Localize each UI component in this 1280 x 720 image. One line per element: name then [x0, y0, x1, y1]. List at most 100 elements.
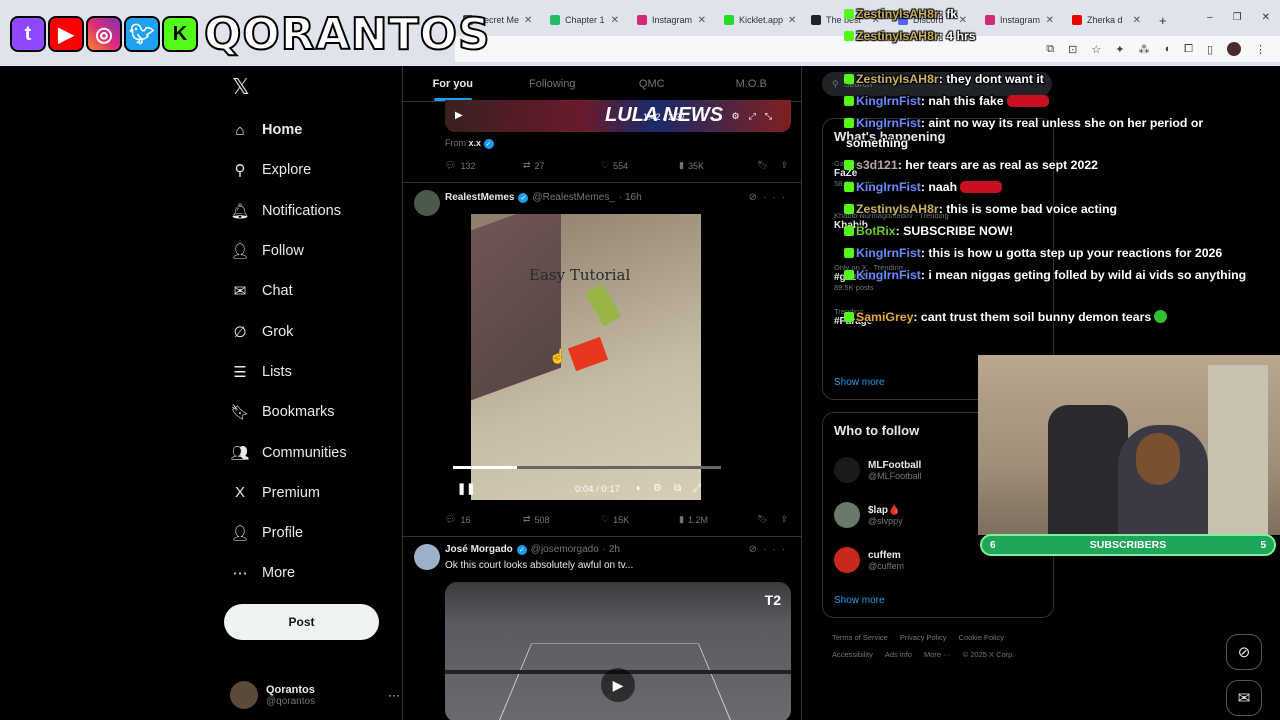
video-controls-icon[interactable]: ◖⚙⤢⤡: [717, 111, 781, 122]
extension-icon[interactable]: ✦: [1115, 43, 1124, 56]
close-tab-icon[interactable]: ✕: [698, 15, 706, 26]
play-icon[interactable]: ▶: [601, 668, 635, 702]
sidebar-item-more[interactable]: ⋯ More: [220, 553, 402, 593]
sidebar-item-profile[interactable]: 👤︎ Profile: [220, 513, 402, 553]
chat-username[interactable]: ZestinyIsAH8r: [856, 7, 939, 21]
x-logo-icon[interactable]: 𝕏: [232, 74, 250, 100]
author-handle[interactable]: @josemorgado: [531, 544, 599, 555]
browser-tab[interactable]: Kicklet.app ✕: [716, 8, 801, 32]
close-window-button[interactable]: ✕: [1262, 12, 1270, 23]
chat-username[interactable]: KingIrnFist: [856, 116, 921, 130]
chat-username[interactable]: BotRix: [856, 224, 896, 238]
account-switcher[interactable]: Qorantos @qorantos ···: [230, 678, 400, 712]
repost-button[interactable]: ⇄ 27: [523, 160, 601, 171]
avatar[interactable]: [834, 457, 860, 483]
chat-username[interactable]: KingIrnFist: [856, 94, 921, 108]
avatar[interactable]: [414, 544, 440, 570]
close-tab-icon[interactable]: ✕: [959, 15, 967, 26]
suggestion-name[interactable]: $lap🩸: [868, 505, 903, 516]
sidebar-item-home[interactable]: ⌂ Home: [220, 110, 402, 150]
avatar[interactable]: [414, 190, 440, 216]
sidebar-item-grok[interactable]: ∅ Grok: [220, 311, 402, 351]
sidebar-item-lists[interactable]: ☰ Lists: [220, 352, 402, 392]
audio-icon[interactable]: ◖: [1163, 43, 1170, 55]
footer-link[interactable]: More ···: [924, 650, 951, 659]
grok-icon[interactable]: ⊘: [749, 544, 763, 555]
chat-username[interactable]: KingIrnFist: [856, 246, 921, 260]
post-video[interactable]: Easy Tutorial: [471, 214, 701, 500]
chat-username[interactable]: KingIrnFist: [856, 180, 921, 194]
reply-button[interactable]: 💬︎ 132: [445, 160, 523, 171]
close-tab-icon[interactable]: ✕: [524, 15, 532, 26]
avatar[interactable]: [834, 547, 860, 573]
sidebar-item-notifications[interactable]: 🔔︎ Notifications: [220, 191, 402, 231]
follow-suggestion[interactable]: $lap🩸 @slvppy: [834, 502, 903, 528]
tab-following[interactable]: Following: [503, 66, 603, 101]
sidebar-item-communities[interactable]: 👥︎ Communities: [220, 432, 402, 472]
sidebar-item-chat[interactable]: ✉ Chat: [220, 271, 402, 311]
post-time[interactable]: · 2h: [603, 544, 620, 555]
avatar[interactable]: [834, 502, 860, 528]
author-handle[interactable]: @RealestMemes_: [532, 192, 614, 203]
like-button[interactable]: ♡ 554: [601, 160, 679, 171]
bookmark-star-icon[interactable]: ☆: [1091, 43, 1101, 56]
tab-qmc[interactable]: QMC: [602, 66, 702, 101]
install-icon[interactable]: ⊡: [1068, 43, 1077, 56]
share-icon[interactable]: ⧉: [1046, 43, 1054, 56]
new-tab-button[interactable]: +: [1151, 13, 1175, 28]
video-progress-bar[interactable]: [453, 466, 721, 469]
browser-tab[interactable]: Zherka d ✕: [1064, 8, 1149, 32]
tab-for-you[interactable]: For you: [403, 66, 503, 101]
browser-tab[interactable]: Instagram ✕: [977, 8, 1062, 32]
suggestion-name[interactable]: cuffem: [868, 550, 904, 561]
sidebar-item-explore[interactable]: ⚲ Explore: [220, 150, 402, 190]
post-video[interactable]: T2 ▶: [445, 582, 791, 720]
minimize-button[interactable]: –: [1207, 12, 1213, 23]
footer-link[interactable]: Terms of Service: [832, 633, 888, 642]
chat-username[interactable]: ZestinyIsAH8r: [856, 72, 939, 86]
grok-icon[interactable]: ⊘: [749, 192, 763, 203]
more-icon[interactable]: ···: [763, 192, 791, 203]
post-button[interactable]: Post: [224, 604, 379, 640]
show-more-link[interactable]: Show more: [834, 377, 885, 388]
chat-username[interactable]: s3d121: [856, 158, 898, 172]
footer-link[interactable]: Privacy Policy: [900, 633, 947, 642]
profile-avatar[interactable]: [1227, 42, 1241, 56]
sidebar-icon[interactable]: ▯: [1207, 43, 1213, 56]
sidebar-item-premium[interactable]: X Premium: [220, 473, 402, 513]
browser-tab[interactable]: Chapter 1 ✕: [542, 8, 627, 32]
tab-mob[interactable]: M.O.B: [702, 66, 802, 101]
extensions-puzzle-icon[interactable]: ⧠: [1184, 43, 1193, 56]
like-button[interactable]: ♡ 15K: [601, 514, 679, 525]
grok-fab-button[interactable]: ⊘: [1226, 634, 1262, 670]
footer-link[interactable]: Cookie Policy: [959, 633, 1004, 642]
post-video[interactable]: ▶ LULA NEWS 1:42 / 2:37 ◖⚙⤢⤡: [445, 100, 791, 132]
author-name[interactable]: José Morgado: [445, 544, 513, 555]
follow-suggestion[interactable]: cuffem @cuffem: [834, 547, 904, 573]
footer-link[interactable]: Ads info: [885, 650, 912, 659]
repost-button[interactable]: ⇄ 508: [523, 514, 601, 525]
follow-suggestion[interactable]: MLFootball @MLFootball: [834, 457, 922, 483]
chat-username[interactable]: ZestinyIsAH8r: [856, 202, 939, 216]
sidebar-item-follow[interactable]: 👤︎ Follow: [220, 231, 402, 271]
suggestion-name[interactable]: MLFootball: [868, 460, 922, 471]
close-tab-icon[interactable]: ✕: [611, 15, 619, 26]
share-post-icon[interactable]: ⇪: [780, 514, 788, 525]
footer-link[interactable]: Accessibility: [832, 650, 873, 659]
chat-username[interactable]: ZestinyIsAH8r: [856, 29, 939, 43]
views-button[interactable]: ▮ 35K: [679, 160, 757, 171]
post-time[interactable]: · 16h: [619, 192, 642, 203]
from-name[interactable]: x.x: [469, 138, 482, 148]
views-button[interactable]: ▮ 1.2M: [679, 514, 757, 525]
close-tab-icon[interactable]: ✕: [1133, 15, 1141, 26]
play-icon[interactable]: ▶: [455, 110, 463, 121]
share-post-icon[interactable]: ⇪: [780, 160, 788, 171]
chat-username[interactable]: KingIrnFist: [856, 268, 921, 282]
bookmark-icon[interactable]: 🔖︎: [757, 160, 768, 171]
browser-tab[interactable]: Instagram ✕: [629, 8, 714, 32]
more-icon[interactable]: ···: [763, 544, 791, 555]
chat-username[interactable]: SamiGrey: [856, 310, 913, 324]
author-name[interactable]: RealestMemes: [445, 192, 514, 203]
messages-fab-button[interactable]: ✉: [1226, 680, 1262, 716]
sidebar-item-bookmarks[interactable]: 🔖︎ Bookmarks: [220, 392, 402, 432]
